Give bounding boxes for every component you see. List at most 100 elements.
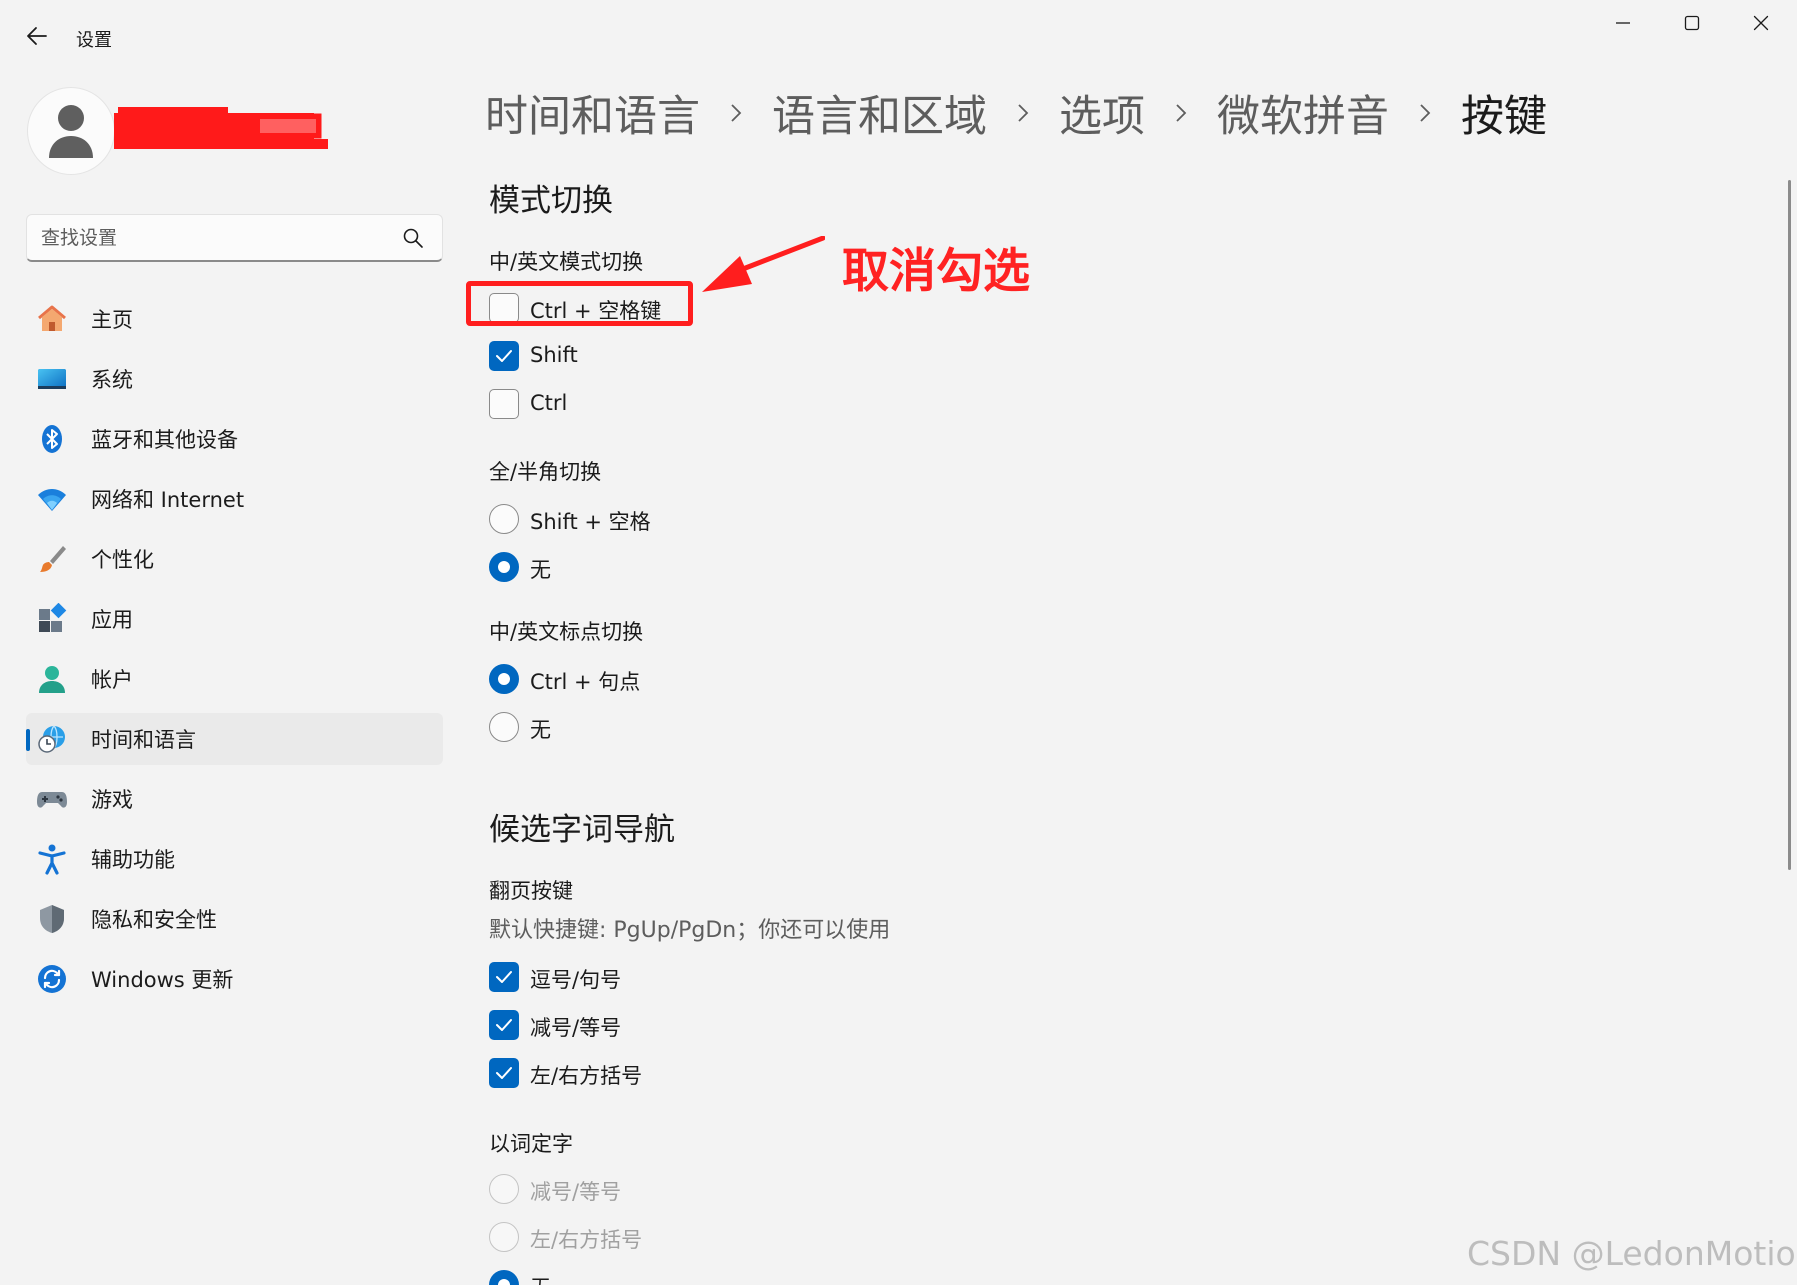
gamepad-icon [36, 783, 68, 815]
annotation-arrow-icon [702, 236, 825, 292]
radio-circle [489, 1222, 519, 1252]
sidebar-item-home[interactable]: 主页 [26, 293, 443, 345]
checkbox-brackets[interactable]: 左/右方括号 [489, 1057, 642, 1089]
checkbox-box[interactable] [489, 341, 519, 371]
page-keys-description: 默认快捷键: PgUp/PgDn；你还可以使用 [489, 918, 891, 943]
sidebar-item-privacy[interactable]: 隐私和安全性 [26, 893, 443, 945]
account-icon [36, 663, 68, 695]
home-icon [36, 303, 68, 335]
breadcrumb-item-options[interactable]: 选项 [1059, 82, 1145, 144]
sidebar-nav: 主页 系统 蓝牙和其他设备 网络和 Internet 个性化 应用 帐户 时间和… [26, 293, 443, 1013]
radio-full-half-none[interactable]: 无 [489, 551, 551, 583]
option-label: 减号/等号 [530, 1180, 622, 1204]
sidebar-item-apps[interactable]: 应用 [26, 593, 443, 645]
sidebar-item-system[interactable]: 系统 [26, 353, 443, 405]
group-label-page-keys: 翻页按键 [489, 879, 573, 903]
sidebar-item-label: 隐私和安全性 [91, 908, 217, 932]
avatar[interactable] [27, 87, 115, 175]
maximize-icon [1684, 15, 1700, 31]
group-label-word-select: 以词定字 [489, 1132, 573, 1156]
checkmark-icon [496, 1067, 512, 1079]
time-language-icon [36, 723, 68, 755]
sidebar-item-label: 辅助功能 [91, 848, 175, 872]
checkbox-box[interactable] [489, 1010, 519, 1040]
chevron-right-icon [1017, 103, 1029, 123]
annotation-highlight-box [466, 281, 693, 326]
sidebar-item-label: 网络和 Internet [91, 488, 245, 512]
option-label: Ctrl [530, 391, 568, 415]
sidebar-item-personalization[interactable]: 个性化 [26, 533, 443, 585]
section-title-candidate-nav: 候选字词导航 [489, 812, 675, 848]
option-label: 逗号/句号 [530, 968, 622, 992]
radio-circle[interactable] [489, 664, 519, 694]
breadcrumb-item-time-language[interactable]: 时间和语言 [485, 82, 700, 144]
checkbox-box[interactable] [489, 389, 519, 419]
annotation-text: 取消勾选 [842, 244, 1030, 299]
user-icon [49, 105, 93, 158]
back-button[interactable] [20, 18, 54, 54]
chevron-right-icon [1175, 103, 1187, 123]
watermark: CSDN @LedonMotion [1467, 1234, 1797, 1273]
radio-ctrl-period[interactable]: Ctrl + 句点 [489, 663, 640, 695]
minimize-button[interactable] [1597, 6, 1649, 40]
wifi-icon [36, 483, 68, 515]
checkbox-minus-equal[interactable]: 减号/等号 [489, 1009, 621, 1041]
checkbox-box[interactable] [489, 962, 519, 992]
checkmark-icon [496, 1019, 512, 1031]
radio-circle[interactable] [489, 712, 519, 742]
option-label: Shift + 空格 [530, 510, 651, 534]
radio-shift-space[interactable]: Shift + 空格 [489, 503, 651, 535]
option-label: Ctrl + 句点 [530, 670, 641, 694]
scrollbar[interactable] [1788, 180, 1791, 870]
checkbox-shift[interactable]: Shift [489, 340, 578, 372]
section-title-mode-switch: 模式切换 [489, 183, 613, 219]
sidebar-item-bluetooth[interactable]: 蓝牙和其他设备 [26, 413, 443, 465]
radio-word-none[interactable]: 无 [489, 1269, 551, 1285]
sidebar-item-label: 应用 [91, 608, 133, 632]
sidebar-item-label: 个性化 [91, 548, 154, 572]
system-icon [36, 363, 68, 395]
sidebar-item-network[interactable]: 网络和 Internet [26, 473, 443, 525]
sidebar-item-accounts[interactable]: 帐户 [26, 653, 443, 705]
search-input[interactable] [41, 223, 391, 253]
chevron-right-icon [730, 103, 742, 123]
breadcrumb-item-keys: 按键 [1461, 92, 1547, 142]
option-label: 左/右方括号 [530, 1064, 643, 1088]
arrow-left-icon [27, 27, 47, 45]
sidebar-item-label: 游戏 [91, 788, 133, 812]
sidebar-item-time-language[interactable]: 时间和语言 [26, 713, 443, 765]
sidebar-item-label: Windows 更新 [91, 968, 234, 992]
radio-circle[interactable] [489, 552, 519, 582]
search-box[interactable] [26, 214, 443, 262]
search-icon[interactable] [402, 227, 424, 249]
app-title: 设置 [76, 30, 112, 51]
radio-word-minus-equal: 减号/等号 [489, 1173, 621, 1205]
radio-circle[interactable] [489, 1270, 519, 1285]
checkbox-comma-period[interactable]: 逗号/句号 [489, 961, 621, 993]
sidebar-item-gaming[interactable]: 游戏 [26, 773, 443, 825]
bluetooth-icon [36, 423, 68, 455]
update-icon [36, 963, 68, 995]
sidebar-item-label: 主页 [91, 308, 133, 332]
minimize-icon [1616, 22, 1630, 24]
sidebar-item-accessibility[interactable]: 辅助功能 [26, 833, 443, 885]
option-label: 无 [530, 718, 551, 742]
radio-word-brackets: 左/右方括号 [489, 1221, 642, 1253]
close-button[interactable] [1735, 6, 1787, 40]
option-label: 左/右方括号 [530, 1228, 643, 1252]
breadcrumb: 时间和语言 语言和区域 选项 微软拼音 按键 [485, 82, 1547, 144]
group-label-cn-en-mode: 中/英文模式切换 [489, 250, 644, 274]
chevron-right-icon [1419, 103, 1431, 123]
checkbox-ctrl[interactable]: Ctrl [489, 388, 567, 420]
breadcrumb-item-language-region[interactable]: 语言和区域 [772, 82, 987, 144]
sidebar-item-windows-update[interactable]: Windows 更新 [26, 953, 443, 1005]
group-label-punctuation: 中/英文标点切换 [489, 620, 644, 644]
maximize-button[interactable] [1666, 6, 1718, 40]
sidebar-item-label: 时间和语言 [91, 728, 196, 752]
radio-punctuation-none[interactable]: 无 [489, 711, 551, 743]
checkbox-box[interactable] [489, 1058, 519, 1088]
shield-icon [36, 903, 68, 935]
breadcrumb-item-microsoft-pinyin[interactable]: 微软拼音 [1217, 82, 1389, 144]
title-bar: 设置 [0, 0, 1797, 70]
radio-circle[interactable] [489, 504, 519, 534]
